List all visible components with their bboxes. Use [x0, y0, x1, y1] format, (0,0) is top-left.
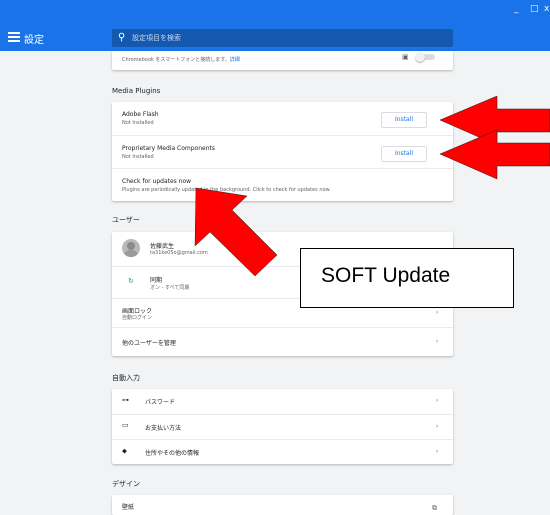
- arrow-to-media-components-install: [439, 129, 550, 180]
- callout-text: SOFT Update: [321, 264, 451, 287]
- soft-update-callout: SOFT Update: [300, 248, 514, 308]
- arrow-to-check-updates: [194, 187, 278, 277]
